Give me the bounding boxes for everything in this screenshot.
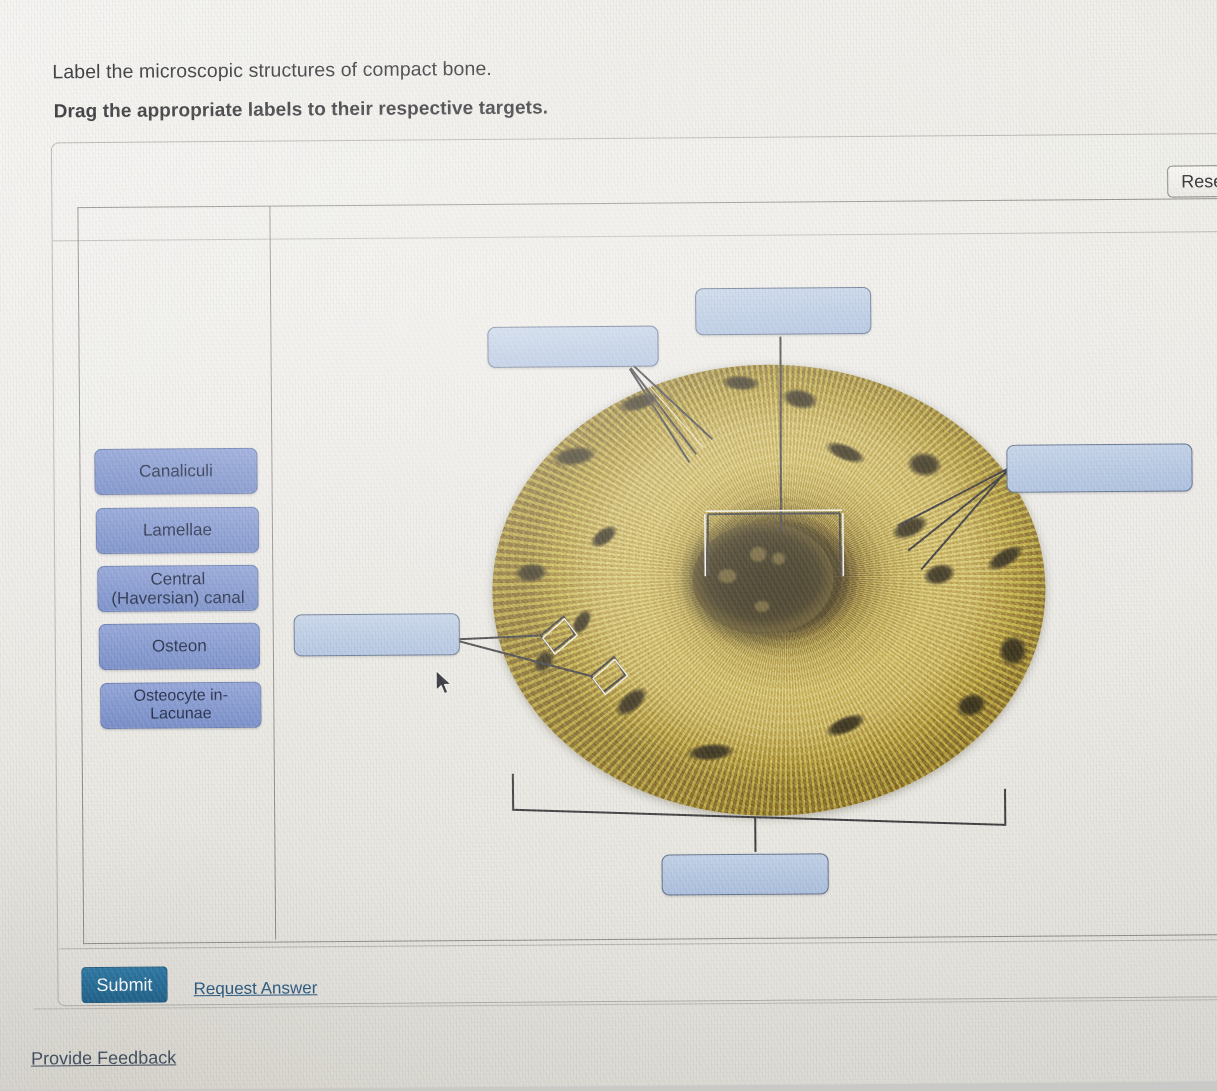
compact-bone-micrograph [490,362,1048,818]
label-chip-osteon[interactable]: Osteon [98,622,261,671]
reset-button[interactable]: Reset [1167,165,1217,198]
label-chip-central-haversian-canal[interactable]: Central (Haversian) canal [97,564,259,613]
label-chip-lamellae[interactable]: Lamellae [95,506,260,555]
provide-feedback-link[interactable]: Provide Feedback [31,1047,176,1069]
drop-target-upper-left[interactable] [487,325,659,368]
central-haversian-canal-region [691,522,834,636]
instruction-text: Drag the appropriate labels to their res… [53,97,549,123]
canal-fleck [772,552,786,565]
exercise-page: Label the microscopic structures of comp… [0,0,1217,1072]
canal-fleck [754,600,770,612]
label-chip-osteocyte-in-lacunae[interactable]: Osteocyte in-Lacunae [100,681,262,730]
submit-button[interactable]: Submit [81,966,168,1004]
drop-target-bottom[interactable] [661,853,829,896]
photographed-screen-surface: Label the microscopic structures of comp… [0,0,1217,1091]
page-title: Label the microscopic structures of comp… [52,57,492,84]
mouse-cursor [435,669,452,695]
request-answer-link[interactable]: Request Answer [193,978,317,999]
label-chip-canaliculi[interactable]: Canaliculi [94,447,258,496]
canal-fleck [750,546,767,562]
drop-target-right[interactable] [1006,443,1193,493]
lacuna-speck [997,634,1029,667]
canal-fleck [718,569,737,584]
drop-target-left[interactable] [293,613,460,657]
drop-target-upper-right[interactable] [695,286,872,336]
osteon-disc [490,362,1048,818]
